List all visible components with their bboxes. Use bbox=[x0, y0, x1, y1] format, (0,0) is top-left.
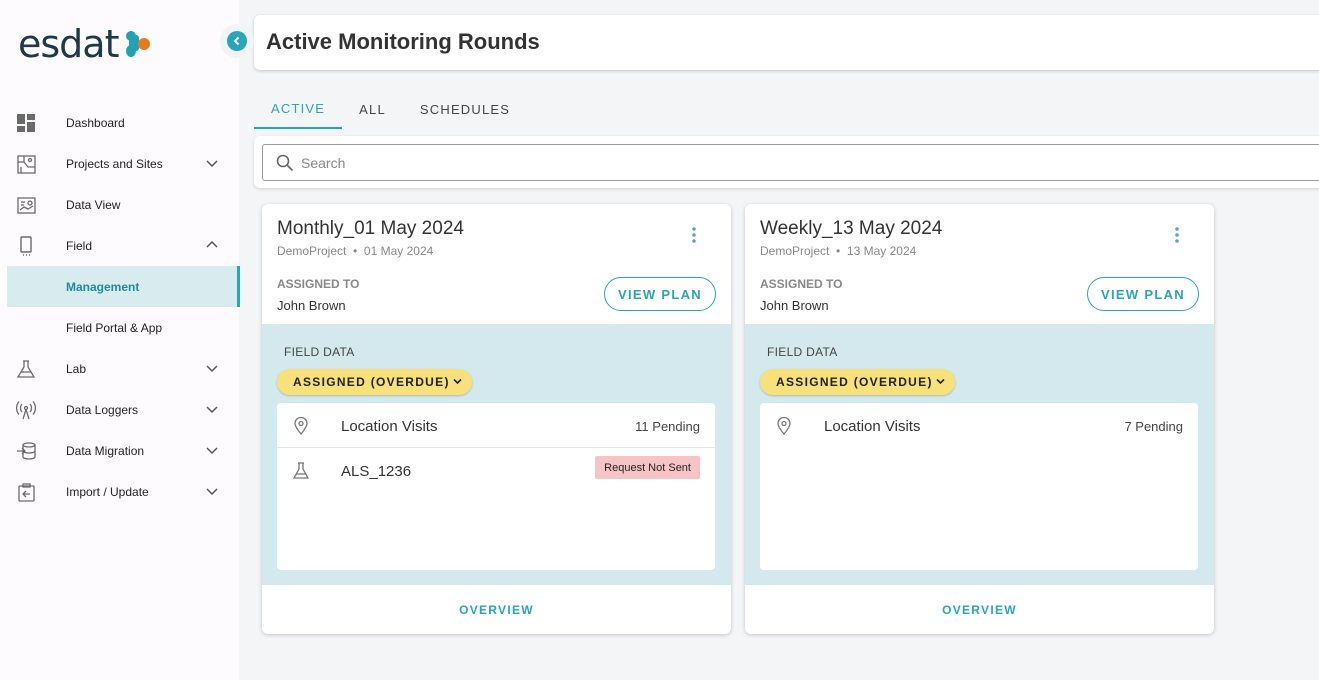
sidebar: esdat Dashboard Projects and Sites Data … bbox=[0, 0, 240, 680]
view-plan-button[interactable]: VIEW PLAN bbox=[1087, 277, 1199, 311]
dashboard-icon bbox=[16, 113, 36, 133]
field-data-label: FIELD DATA bbox=[284, 345, 355, 359]
location-pin-icon bbox=[294, 417, 308, 435]
list-item-label: ALS_1236 bbox=[341, 463, 412, 480]
sidebar-item-data-migration[interactable]: Data Migration bbox=[0, 430, 239, 471]
sidebar-item-label: Data View bbox=[66, 197, 121, 212]
field-data-list: Location Visits 11 Pending ALS_1236 Requ… bbox=[277, 403, 715, 570]
page-title: Active Monitoring Rounds bbox=[266, 29, 540, 54]
tab-all[interactable]: ALL bbox=[342, 90, 403, 129]
assigned-to-name: John Brown bbox=[277, 298, 346, 313]
card-subtitle: DemoProject • 01 May 2024 bbox=[277, 244, 433, 258]
list-item-location-visits[interactable]: Location Visits 7 Pending bbox=[760, 403, 1198, 448]
sidebar-item-label: Import / Update bbox=[66, 484, 149, 499]
separator-dot: • bbox=[349, 244, 361, 258]
list-item-lab-request[interactable]: ALS_1236 Request Not Sent bbox=[277, 448, 715, 493]
card-project: DemoProject bbox=[760, 244, 830, 258]
esdat-logo[interactable]: esdat bbox=[18, 22, 154, 66]
assigned-to-label: ASSIGNED TO bbox=[760, 277, 843, 291]
card-subtitle: DemoProject • 13 May 2024 bbox=[760, 244, 916, 258]
more-options-icon[interactable] bbox=[1174, 226, 1180, 244]
mobile-icon bbox=[16, 236, 36, 256]
page-header: Active Monitoring Rounds bbox=[254, 15, 1319, 70]
status-label: ASSIGNED (OVERDUE) bbox=[776, 375, 933, 389]
logo-text: esdat bbox=[18, 22, 119, 66]
sidebar-item-label: Data Migration bbox=[66, 443, 145, 458]
overview-button[interactable]: OVERVIEW bbox=[745, 585, 1214, 634]
sidebar-item-projects-and-sites[interactable]: Projects and Sites bbox=[0, 143, 239, 184]
sidebar-item-management[interactable]: Management bbox=[7, 266, 240, 307]
monitoring-round-card: Monthly_01 May 2024 DemoProject • 01 May… bbox=[262, 204, 731, 634]
chevron-up-icon[interactable] bbox=[205, 238, 219, 252]
list-item-location-visits[interactable]: Location Visits 11 Pending bbox=[277, 403, 715, 448]
field-data-section: FIELD DATA ASSIGNED (OVERDUE) Location V… bbox=[745, 324, 1214, 585]
location-pin-icon bbox=[777, 417, 791, 435]
antenna-icon bbox=[16, 400, 36, 420]
chevron-down-icon[interactable] bbox=[205, 156, 219, 170]
view-plan-button[interactable]: VIEW PLAN bbox=[604, 277, 716, 311]
overview-button[interactable]: OVERVIEW bbox=[262, 585, 731, 634]
sidebar-item-label: Dashboard bbox=[66, 115, 125, 130]
search-field[interactable] bbox=[262, 144, 1319, 181]
sidebar-item-field-portal-app[interactable]: Field Portal & App bbox=[0, 307, 239, 348]
status-label: ASSIGNED (OVERDUE) bbox=[293, 375, 450, 389]
status-badge: Request Not Sent bbox=[595, 456, 700, 479]
sidebar-item-lab[interactable]: Lab bbox=[0, 348, 239, 389]
database-import-icon bbox=[16, 441, 36, 461]
sidebar-item-label: Lab bbox=[66, 361, 87, 376]
chevron-down-icon[interactable] bbox=[205, 484, 219, 498]
flask-icon bbox=[16, 359, 36, 379]
chevron-down-icon[interactable] bbox=[205, 402, 219, 416]
sidebar-item-field[interactable]: Field bbox=[0, 225, 239, 266]
chevron-down-icon[interactable] bbox=[205, 443, 219, 457]
clipboard-import-icon bbox=[16, 482, 36, 502]
search-panel bbox=[254, 136, 1319, 188]
sidebar-item-import-update[interactable]: Import / Update bbox=[0, 471, 239, 512]
card-project: DemoProject bbox=[277, 244, 347, 258]
card-title: Monthly_01 May 2024 bbox=[277, 218, 464, 239]
field-data-label: FIELD DATA bbox=[767, 345, 838, 359]
flask-icon bbox=[293, 462, 309, 479]
assigned-to-label: ASSIGNED TO bbox=[277, 277, 360, 291]
pending-count: 11 Pending bbox=[635, 419, 700, 434]
card-date: 13 May 2024 bbox=[846, 244, 917, 258]
search-icon bbox=[276, 154, 294, 172]
more-options-icon[interactable] bbox=[691, 226, 697, 244]
chevron-down-icon bbox=[936, 378, 945, 385]
tab-schedules[interactable]: SCHEDULES bbox=[403, 90, 527, 129]
monitoring-round-card: Weekly_13 May 2024 DemoProject • 13 May … bbox=[745, 204, 1214, 634]
separator-dot: • bbox=[832, 244, 844, 258]
collapse-sidebar-button[interactable] bbox=[220, 24, 254, 58]
chevron-down-icon bbox=[453, 378, 462, 385]
chevron-down-icon[interactable] bbox=[205, 361, 219, 375]
search-input[interactable] bbox=[301, 151, 1201, 175]
sidebar-item-data-view[interactable]: Data View bbox=[0, 184, 239, 225]
sidebar-item-label: Management bbox=[66, 279, 140, 294]
list-item-label: Location Visits bbox=[341, 418, 438, 435]
sidebar-item-label: Projects and Sites bbox=[66, 156, 163, 171]
list-item-label: Location Visits bbox=[824, 418, 921, 435]
map-icon bbox=[16, 154, 36, 174]
sidebar-nav: Dashboard Projects and Sites Data View F… bbox=[0, 102, 240, 512]
chart-icon bbox=[16, 195, 36, 215]
field-data-list: Location Visits 7 Pending bbox=[760, 403, 1198, 570]
sidebar-item-label: Data Loggers bbox=[66, 402, 139, 417]
sidebar-item-dashboard[interactable]: Dashboard bbox=[0, 102, 239, 143]
chevron-left-icon bbox=[227, 31, 247, 51]
assigned-to-name: John Brown bbox=[760, 298, 829, 313]
sidebar-item-data-loggers[interactable]: Data Loggers bbox=[0, 389, 239, 430]
tab-bar: ACTIVE ALL SCHEDULES bbox=[254, 90, 527, 129]
field-data-section: FIELD DATA ASSIGNED (OVERDUE) Location V… bbox=[262, 324, 731, 585]
status-dropdown[interactable]: ASSIGNED (OVERDUE) bbox=[277, 369, 472, 395]
tab-active[interactable]: ACTIVE bbox=[254, 90, 343, 129]
card-date: 01 May 2024 bbox=[363, 244, 434, 258]
sidebar-item-label: Field bbox=[66, 238, 93, 253]
status-dropdown[interactable]: ASSIGNED (OVERDUE) bbox=[760, 369, 955, 395]
logo-mark-icon bbox=[124, 25, 154, 63]
sidebar-item-label: Field Portal & App bbox=[66, 320, 163, 335]
card-title: Weekly_13 May 2024 bbox=[760, 218, 943, 239]
pending-count: 7 Pending bbox=[1124, 419, 1183, 434]
